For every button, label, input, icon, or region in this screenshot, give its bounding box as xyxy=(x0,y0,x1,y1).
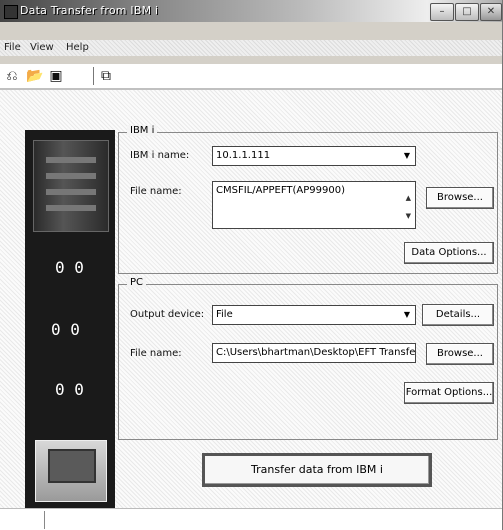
window-title: Data Transfer from IBM i xyxy=(20,4,159,17)
output-device-combobox[interactable]: File ▼ xyxy=(212,305,416,325)
data-options-button[interactable]: Data Options... xyxy=(404,242,494,264)
open-icon[interactable]: 📂 xyxy=(26,68,43,84)
ibmi-group-label: IBM i xyxy=(127,125,158,136)
pc-group-label: PC xyxy=(127,277,147,288)
minimize-button[interactable]: – xyxy=(430,3,454,21)
ibmi-name-label: IBM i name: xyxy=(130,150,190,161)
server-tower-icon xyxy=(33,140,109,232)
ibmi-name-value: 10.1.1.111 xyxy=(216,150,271,161)
pc-file-name-input[interactable]: C:\Users\bhartman\Desktop\EFT Transfer.F… xyxy=(212,343,416,363)
app-icon xyxy=(4,5,18,19)
transfer-illustration: 0 0 0 0 0 0 xyxy=(25,130,115,515)
toolbar-separator xyxy=(93,67,94,85)
scroll-down-icon[interactable]: ▼ xyxy=(406,212,411,220)
menu-bar: File View Help xyxy=(0,40,502,56)
chevron-down-icon[interactable]: ▼ xyxy=(401,308,413,322)
pc-computer-icon xyxy=(35,440,107,502)
format-options-button[interactable]: Format Options... xyxy=(404,382,494,404)
details-button[interactable]: Details... xyxy=(422,304,494,326)
new-transfer-icon[interactable]: ⎌ xyxy=(4,68,20,84)
pc-browse-button[interactable]: Browse... xyxy=(426,343,494,365)
status-divider xyxy=(44,511,45,529)
file-name-label: File name: xyxy=(130,186,182,197)
transfer-data-button[interactable]: Transfer data from IBM i xyxy=(202,453,432,487)
menu-file[interactable]: File xyxy=(4,42,21,53)
blank-icon[interactable] xyxy=(70,68,86,84)
menu-help[interactable]: Help xyxy=(66,42,89,53)
close-button[interactable]: ✕ xyxy=(480,3,502,21)
scroll-up-icon[interactable]: ▲ xyxy=(406,194,411,202)
ibmi-name-combobox[interactable]: 10.1.1.111 ▼ xyxy=(212,146,416,166)
output-device-label: Output device: xyxy=(130,309,205,320)
title-bar[interactable]: Data Transfer from IBM i – □ ✕ xyxy=(0,0,502,22)
app-window: Data Transfer from IBM i – □ ✕ File View… xyxy=(0,0,503,530)
status-bar xyxy=(0,508,502,530)
maximize-button[interactable]: □ xyxy=(455,3,479,21)
ibmi-file-name-value: CMSFIL/APPEFT(AP99900) xyxy=(216,185,345,196)
chevron-down-icon[interactable]: ▼ xyxy=(401,149,413,163)
ibmi-browse-button[interactable]: Browse... xyxy=(426,187,494,209)
pc-file-name-label: File name: xyxy=(130,348,182,359)
data-bits-icon: 0 0 xyxy=(55,258,84,277)
data-bits-icon: 0 0 xyxy=(51,320,80,339)
toolbar: ⎌ 📂 ▣ ⧉ xyxy=(0,64,502,90)
data-bits-icon: 0 0 xyxy=(55,380,84,399)
ibmi-file-name-input[interactable]: CMSFIL/APPEFT(AP99900) ▲ ▼ xyxy=(212,181,416,229)
properties-icon[interactable]: ⧉ xyxy=(98,68,114,84)
save-icon[interactable]: ▣ xyxy=(48,68,64,84)
output-device-value: File xyxy=(216,309,233,320)
menu-view[interactable]: View xyxy=(30,42,54,53)
pc-file-name-value: C:\Users\bhartman\Desktop\EFT Transfer.F… xyxy=(216,347,416,358)
